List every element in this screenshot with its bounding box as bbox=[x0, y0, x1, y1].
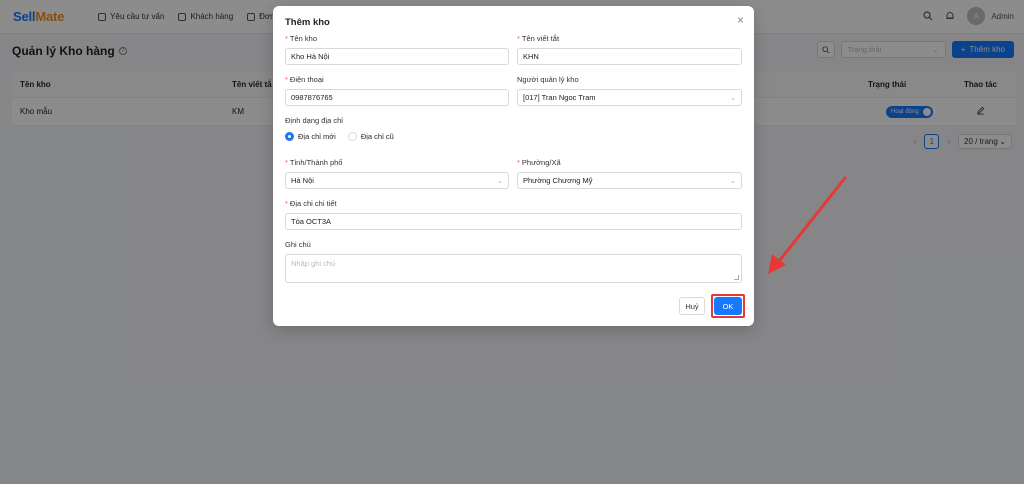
annotation-arrow-icon bbox=[768, 176, 847, 274]
